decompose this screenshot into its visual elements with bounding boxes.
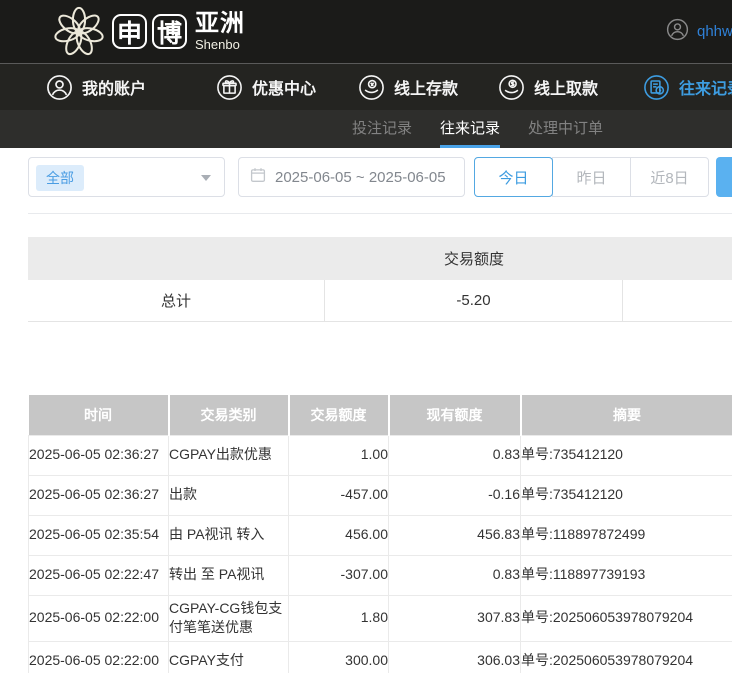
nav-item-transaction-records[interactable]: 往来记录 <box>643 64 732 110</box>
summary-total-row: 总计 -5.20 <box>28 280 732 322</box>
cell-time: 2025-06-05 02:36:27 <box>29 435 169 475</box>
table-row: 2025-06-05 02:22:47 转出 至 PA视讯 -307.00 0.… <box>29 555 732 595</box>
cell-amount: 1.80 <box>289 595 389 641</box>
summary-empty-cell <box>623 280 732 321</box>
brand-logo[interactable]: 申 博 亚洲 Shenbo <box>50 1 245 62</box>
table-header-row: 时间 交易类别 交易额度 现有额度 摘要 <box>29 395 732 435</box>
type-filter-select[interactable]: 全部 <box>28 157 225 197</box>
col-header-note: 摘要 <box>521 395 732 435</box>
summary-total-label: 总计 <box>28 280 325 321</box>
summary-total-value: -5.20 <box>325 280 623 321</box>
cell-balance: 0.83 <box>389 555 521 595</box>
table-row: 2025-06-05 02:35:54 由 PA视讯 转入 456.00 456… <box>29 515 732 555</box>
main-nav: 我的账户 优惠中心 线上存款 <box>0 63 732 110</box>
col-header-balance: 现有额度 <box>389 395 521 435</box>
table-row: 2025-06-05 02:36:27 CGPAY出款优惠 1.00 0.83 … <box>29 435 732 475</box>
tab-label: 往来记录 <box>440 120 500 137</box>
cell-note: 单号:735412120 <box>521 435 732 475</box>
tab-label: 处理中订单 <box>528 120 603 137</box>
cell-amount: 300.00 <box>289 641 389 673</box>
brand-char-shen: 申 <box>112 14 147 49</box>
cell-amount: 456.00 <box>289 515 389 555</box>
yesterday-button[interactable]: 昨日 <box>552 157 631 197</box>
cell-amount: -307.00 <box>289 555 389 595</box>
tab-pending-orders[interactable]: 处理中订单 <box>528 110 603 148</box>
brand-char-bo: 博 <box>152 14 187 49</box>
section-divider <box>28 213 732 214</box>
nav-label: 线上存款 <box>394 75 458 99</box>
col-header-time: 时间 <box>29 395 169 435</box>
table-row: 2025-06-05 02:22:00 CGPAY支付 300.00 306.0… <box>29 641 732 673</box>
withdraw-hand-coin-icon <box>498 74 525 101</box>
cell-note: 单号:202506053978079204 <box>521 595 732 641</box>
cell-time: 2025-06-05 02:22:00 <box>29 595 169 641</box>
today-button[interactable]: 今日 <box>474 157 553 197</box>
table-row: 2025-06-05 02:36:27 出款 -457.00 -0.16 单号:… <box>29 475 732 515</box>
user-account-link[interactable]: qhhw <box>666 0 732 63</box>
cell-time: 2025-06-05 02:35:54 <box>29 515 169 555</box>
col-header-amount: 交易额度 <box>289 395 389 435</box>
nav-item-promotions[interactable]: 优惠中心 <box>216 64 316 110</box>
deposit-hand-coins-icon <box>358 74 385 101</box>
nav-label: 线上取款 <box>534 75 598 99</box>
cell-balance: 456.83 <box>389 515 521 555</box>
cell-note: 单号:202506053978079204 <box>521 641 732 673</box>
cell-amount: 1.00 <box>289 435 389 475</box>
nav-item-withdraw[interactable]: 线上取款 <box>498 64 598 110</box>
type-filter-selected-chip: 全部 <box>36 165 84 191</box>
cell-balance: 306.03 <box>389 641 521 673</box>
brand-sub-text: Shenbo <box>195 37 245 52</box>
cell-note: 单号:118897739193 <box>521 555 732 595</box>
cell-type: CGPAY-CG钱包支付笔笔送优惠 <box>169 595 289 641</box>
user-circle-icon <box>46 74 73 101</box>
calendar-icon <box>250 167 266 188</box>
brand-name-boxes: 申 博 <box>112 14 187 49</box>
table-row: 2025-06-05 02:22:00 CGPAY-CG钱包支付笔笔送优惠 1.… <box>29 595 732 641</box>
col-header-type: 交易类别 <box>169 395 289 435</box>
nav-label: 我的账户 <box>82 75 146 99</box>
cell-type: 由 PA视讯 转入 <box>169 515 289 555</box>
date-range-input[interactable]: 2025-06-05 ~ 2025-06-05 <box>238 157 465 197</box>
transactions-table: 时间 交易类别 交易额度 现有额度 摘要 2025-06-05 02:36:27… <box>28 395 732 673</box>
top-header: 申 博 亚洲 Shenbo qhhw <box>0 0 732 63</box>
search-button[interactable] <box>716 157 732 197</box>
cell-type: CGPAY支付 <box>169 641 289 673</box>
sub-tabbar: 投注记录 往来记录 处理中订单 <box>0 110 732 148</box>
cell-note: 单号:118897872499 <box>521 515 732 555</box>
cell-type: 出款 <box>169 475 289 515</box>
cell-type: CGPAY出款优惠 <box>169 435 289 475</box>
cell-balance: 307.83 <box>389 595 521 641</box>
cell-balance: 0.83 <box>389 435 521 475</box>
cell-time: 2025-06-05 02:22:00 <box>29 641 169 673</box>
nav-label: 往来记录 <box>679 75 732 99</box>
avatar-icon <box>666 18 689 46</box>
cell-note: 单号:735412120 <box>521 475 732 515</box>
quick-date-button-group: 今日 昨日 近8日 <box>474 157 709 197</box>
nav-label: 优惠中心 <box>252 75 316 99</box>
chevron-down-icon <box>201 175 211 181</box>
summary-header-amount: 交易额度 <box>325 248 623 269</box>
cell-type: 转出 至 PA视讯 <box>169 555 289 595</box>
brand-region-text: 亚洲 <box>195 11 245 36</box>
nav-item-my-account[interactable]: 我的账户 <box>46 64 146 110</box>
tab-betting-records[interactable]: 投注记录 <box>352 110 412 148</box>
cell-time: 2025-06-05 02:22:47 <box>29 555 169 595</box>
nav-item-deposit[interactable]: 线上存款 <box>358 64 458 110</box>
tab-transaction-records[interactable]: 往来记录 <box>440 110 500 148</box>
records-clipboard-icon <box>643 74 670 101</box>
summary-table: 交易额度 总计 -5.20 <box>28 237 732 322</box>
cell-time: 2025-06-05 02:36:27 <box>29 475 169 515</box>
summary-header-row: 交易额度 <box>28 237 732 280</box>
cell-amount: -457.00 <box>289 475 389 515</box>
username-text: qhhw <box>697 23 732 40</box>
brand-region-block: 亚洲 Shenbo <box>195 11 245 51</box>
last-8-days-button[interactable]: 近8日 <box>630 157 709 197</box>
cell-balance: -0.16 <box>389 475 521 515</box>
date-range-value: 2025-06-05 ~ 2025-06-05 <box>275 169 446 186</box>
flower-logo-icon <box>50 3 108 61</box>
gift-icon <box>216 74 243 101</box>
tab-label: 投注记录 <box>352 120 412 137</box>
